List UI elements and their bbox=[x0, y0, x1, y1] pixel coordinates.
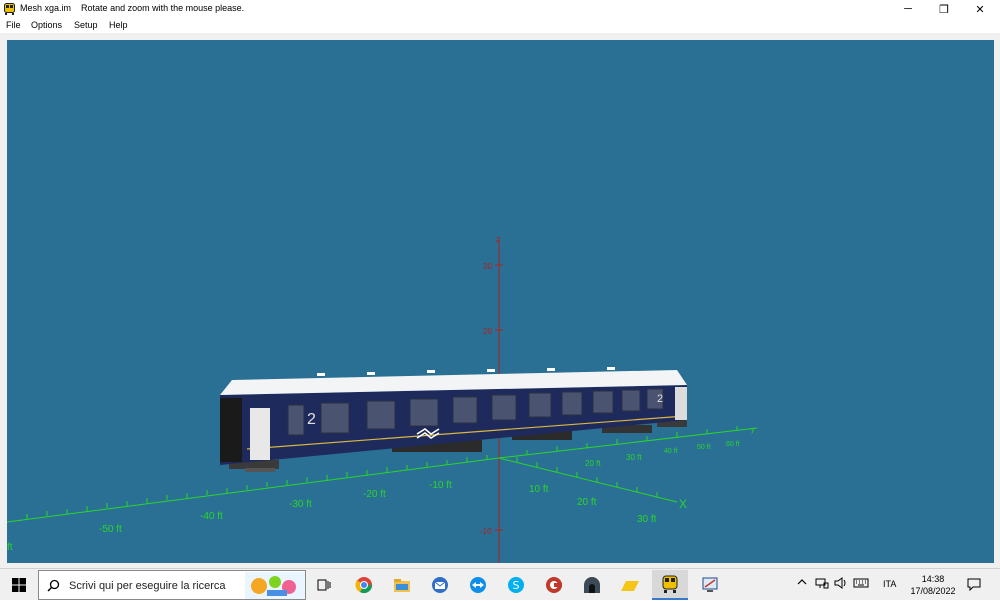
neg-tick-label: -40 ft bbox=[200, 511, 223, 522]
z-axis-label: z bbox=[496, 234, 501, 244]
chrome-button[interactable] bbox=[346, 570, 382, 600]
coach-class-number-rear: 2 bbox=[657, 393, 663, 405]
svg-text:S: S bbox=[513, 579, 520, 592]
file-explorer-icon bbox=[394, 578, 410, 592]
task-view-icon bbox=[317, 579, 331, 591]
mesh-app-button[interactable] bbox=[652, 570, 688, 600]
keyboard-icon[interactable] bbox=[853, 577, 869, 589]
search-placeholder: Scrivi qui per eseguire la ricerca bbox=[69, 580, 226, 592]
clock[interactable]: 14:38 17/08/2022 bbox=[909, 573, 957, 597]
menu-help[interactable]: Help bbox=[109, 20, 128, 30]
y-tick-label: 30 ft bbox=[626, 453, 642, 462]
x-tick-label: 20 ft bbox=[577, 497, 597, 508]
input-language[interactable]: ITA bbox=[883, 579, 896, 589]
scene-canvas[interactable]: z 30 20 10 -10 X y 10 ft 20 ft 30 ft -10… bbox=[7, 40, 994, 563]
x-tick-label: 10 ft bbox=[529, 484, 549, 495]
train-icon bbox=[4, 3, 15, 15]
railway-coach-model: 2 2 bbox=[220, 367, 687, 472]
x-axis-label: X bbox=[679, 497, 687, 511]
app-name: Mesh xga.im bbox=[20, 3, 72, 13]
neg-tick-label: -30 ft bbox=[289, 499, 312, 510]
tunnel-icon bbox=[584, 577, 600, 593]
title-message: Rotate and zoom with the mouse please. bbox=[81, 3, 245, 13]
teamviewer-button[interactable] bbox=[460, 570, 496, 600]
minimize-button[interactable]: ─ bbox=[890, 0, 926, 18]
title-bar[interactable]: Mesh xga.im Rotate and zoom with the mou… bbox=[0, 0, 1000, 18]
window-title: Mesh xga.im Rotate and zoom with the mou… bbox=[20, 3, 244, 13]
volume-icon[interactable] bbox=[834, 577, 848, 589]
windows-logo-icon bbox=[12, 578, 26, 592]
y-axis-label: y bbox=[751, 427, 755, 434]
menu-bar: File Options Setup Help bbox=[0, 18, 1000, 33]
z-tick-label: 30 bbox=[483, 262, 492, 271]
menu-options[interactable]: Options bbox=[31, 20, 62, 30]
z-tick-label: -10 bbox=[480, 527, 492, 536]
y-tick-label: 40 ft bbox=[664, 448, 678, 455]
chrome-icon bbox=[355, 577, 373, 594]
task-view-button[interactable] bbox=[306, 570, 342, 600]
z-tick-label: 20 bbox=[483, 327, 492, 336]
start-button[interactable] bbox=[0, 569, 38, 601]
skype-button[interactable]: S bbox=[498, 570, 534, 600]
y-tick-label: 20 ft bbox=[585, 459, 601, 468]
3d-viewport[interactable]: z 30 20 10 -10 X y 10 ft 20 ft 30 ft -10… bbox=[7, 40, 994, 563]
teamviewer-icon bbox=[470, 577, 486, 593]
y-tick-label: 60 ft bbox=[726, 441, 740, 448]
close-button[interactable]: ✕ bbox=[962, 0, 998, 18]
neg-tick-label: -50 ft bbox=[99, 524, 122, 535]
network-icon[interactable] bbox=[815, 577, 829, 589]
clock-time: 14:38 bbox=[921, 574, 945, 584]
taskbar-search-box[interactable]: Scrivi qui per eseguire la ricerca bbox=[38, 570, 306, 600]
skype-icon: S bbox=[508, 577, 524, 593]
search-highlight-image bbox=[245, 572, 305, 599]
neg-tick-label: ft bbox=[7, 542, 13, 553]
display-settings-icon bbox=[702, 577, 718, 592]
folder-icon bbox=[621, 581, 639, 591]
chevron-up-icon[interactable] bbox=[797, 577, 807, 587]
notification-icon[interactable] bbox=[967, 578, 981, 591]
thunderbird-icon bbox=[432, 577, 448, 593]
x-tick-label: 30 ft bbox=[637, 514, 657, 525]
ccleaner-button[interactable] bbox=[536, 570, 572, 600]
menu-file[interactable]: File bbox=[6, 20, 21, 30]
neg-tick-label: -20 ft bbox=[363, 489, 386, 500]
mesh-app-icon bbox=[662, 575, 678, 593]
display-settings-button[interactable] bbox=[692, 570, 728, 600]
ccleaner-icon bbox=[546, 577, 562, 593]
menu-setup[interactable]: Setup bbox=[74, 20, 98, 30]
coach-class-number: 2 bbox=[307, 411, 316, 428]
tunnel-app-button[interactable] bbox=[574, 570, 610, 600]
restore-button[interactable]: ❐ bbox=[926, 0, 962, 18]
search-icon bbox=[47, 579, 60, 592]
neg-tick-label: -10 ft bbox=[429, 480, 452, 491]
folder-app-button[interactable] bbox=[612, 570, 648, 600]
y-tick-label: 50 ft bbox=[697, 444, 711, 451]
file-explorer-button[interactable] bbox=[384, 570, 420, 600]
thunderbird-button[interactable] bbox=[422, 570, 458, 600]
windows-taskbar: Scrivi qui per eseguire la ricerca S ITA… bbox=[0, 568, 1000, 600]
clock-date: 17/08/2022 bbox=[910, 586, 956, 596]
